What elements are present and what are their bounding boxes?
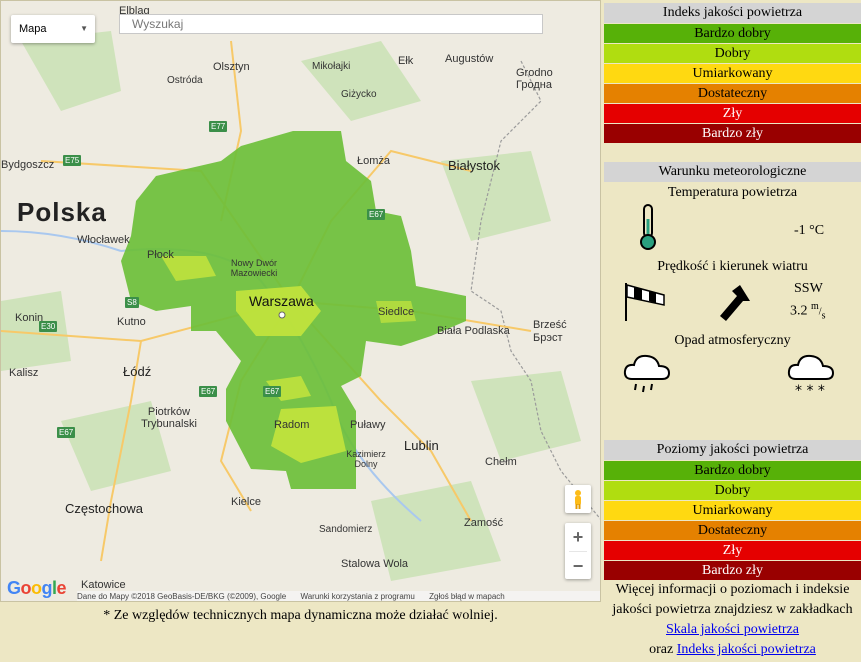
windsock-icon bbox=[625, 283, 665, 321]
city-label: Chełm bbox=[485, 456, 517, 468]
city-label: Mikołajki bbox=[312, 61, 351, 72]
city-label: Nowy Dwór Mazowiecki bbox=[230, 258, 278, 278]
snow-cloud-icon: * * * bbox=[787, 354, 835, 399]
road-badge: E77 bbox=[209, 121, 228, 132]
road-badge: E67 bbox=[367, 209, 386, 220]
road-badge: E67 bbox=[199, 386, 218, 397]
city-label: Sandomierz bbox=[319, 524, 373, 535]
pegman-icon bbox=[575, 490, 581, 509]
city-label: Kazimierz Dolny bbox=[346, 449, 386, 469]
map-type-label: Mapa bbox=[19, 23, 47, 35]
city-label: Warszawa bbox=[249, 293, 314, 309]
city-label: Ełk bbox=[398, 55, 414, 67]
city-label: Augustów bbox=[445, 53, 494, 65]
index-level-very-good: Bardzo dobry bbox=[604, 23, 861, 43]
more-info-oraz: oraz bbox=[649, 642, 674, 657]
report-error-link[interactable]: Zgłoś błąd w mapach bbox=[429, 592, 505, 601]
wind-direction-arrow-icon bbox=[720, 285, 750, 321]
scale-link[interactable]: Skala jakości powietrza bbox=[666, 622, 799, 637]
more-info-text: Więcej informacji o poziomach i indeksie… bbox=[612, 582, 853, 617]
pollution-level-sufficient: Dostateczny bbox=[604, 520, 861, 540]
index-level-moderate: Umiarkowany bbox=[604, 63, 861, 83]
road-badge: S8 bbox=[125, 297, 139, 308]
city-label: Katowice bbox=[81, 579, 126, 591]
country-label: Polska bbox=[17, 197, 107, 227]
city-label: Zamość bbox=[464, 517, 504, 529]
map-attribution: Dane do Mapy ©2018 GeoBasis-DE/BKG (©200… bbox=[77, 591, 600, 601]
levels-legend-title: Poziomy jakości powietrza bbox=[604, 440, 861, 460]
city-label: Гродна bbox=[516, 79, 552, 91]
precipitation-title: Opad atmosferyczny bbox=[674, 333, 791, 348]
city-label: Brześć bbox=[533, 319, 567, 331]
city-label: Biała Podlaska bbox=[437, 325, 510, 337]
road-badge: E67 bbox=[57, 427, 76, 438]
city-label: Kielce bbox=[231, 496, 261, 508]
index-legend-title: Indeks jakości powietrza bbox=[604, 3, 861, 23]
city-label: Włocławek bbox=[77, 234, 130, 246]
wind-unit-bottom: s bbox=[821, 310, 826, 322]
technical-note: * Ze względów technicznych mapa dynamicz… bbox=[103, 608, 498, 623]
wind-speed: 3.2 m/s bbox=[790, 301, 826, 322]
levels-legend: Poziomy jakości powietrza Bardzo dobry D… bbox=[604, 440, 861, 580]
city-label: Płock bbox=[147, 249, 174, 261]
index-legend: Indeks jakości powietrza Bardzo dobry Do… bbox=[604, 3, 861, 143]
wind-unit-top: m bbox=[811, 301, 819, 312]
thermometer-icon bbox=[640, 204, 656, 250]
index-link[interactable]: Indeks jakości powietrza bbox=[677, 642, 816, 657]
index-level-good: Dobry bbox=[604, 43, 861, 63]
city-label: Lublin bbox=[404, 438, 439, 453]
city-label: Grodno bbox=[516, 67, 553, 79]
meteo-panel: Warunku meteorologiczne Temperatura powi… bbox=[604, 162, 861, 432]
city-label: Kalisz bbox=[9, 367, 39, 379]
zoom-in-button[interactable]: + bbox=[565, 523, 591, 551]
more-info: Więcej informacji o poziomach i indeksie… bbox=[604, 580, 861, 660]
city-label: Piotrków Trybunalski bbox=[141, 406, 197, 430]
chevron-down-icon: ▼ bbox=[80, 24, 88, 33]
city-label: Брэст bbox=[533, 332, 563, 344]
city-label: Radom bbox=[274, 419, 310, 431]
pollution-level-good: Dobry bbox=[604, 480, 861, 500]
city-label: Częstochowa bbox=[65, 501, 144, 516]
temperature-title: Temperatura powietrza bbox=[667, 185, 798, 200]
search-input[interactable]: Wyszukaj bbox=[119, 14, 543, 34]
street-view-pegman[interactable] bbox=[565, 485, 591, 513]
map-type-select[interactable]: Mapa ▼ bbox=[11, 15, 95, 43]
google-logo[interactable]: Google bbox=[7, 578, 67, 599]
terms-link[interactable]: Warunki korzystania z programu bbox=[300, 592, 414, 601]
city-label: Olsztyn bbox=[213, 61, 250, 73]
city-label: Siedlce bbox=[378, 306, 415, 318]
road-badge: E75 bbox=[63, 155, 82, 166]
city-label: Bydgoszcz bbox=[1, 159, 55, 171]
pollution-level-very-good: Bardzo dobry bbox=[604, 460, 861, 480]
pollution-level-moderate: Umiarkowany bbox=[604, 500, 861, 520]
attribution-data: Dane do Mapy ©2018 GeoBasis-DE/BKG (©200… bbox=[77, 592, 287, 601]
city-label: Białystok bbox=[448, 158, 501, 173]
city-label: Ostróda bbox=[167, 75, 203, 86]
pollution-level-bad: Zły bbox=[604, 540, 861, 560]
city-label: Łódź bbox=[123, 364, 152, 379]
road-badge: E30 bbox=[39, 321, 58, 332]
city-label: Łomża bbox=[357, 155, 391, 167]
index-level-bad: Zły bbox=[604, 103, 861, 123]
air-quality-map[interactable]: Elbląg Olsztyn Mikołajki Ełk Augustów Gr… bbox=[0, 0, 601, 602]
city-label: Stalowa Wola bbox=[341, 558, 409, 570]
city-label: Puławy bbox=[350, 419, 386, 431]
svg-text:* * *: * * * bbox=[795, 383, 825, 399]
wind-speed-value: 3.2 bbox=[790, 303, 808, 319]
road-badge: E67 bbox=[263, 386, 282, 397]
pollution-level-very-bad: Bardzo zły bbox=[604, 560, 861, 580]
index-level-sufficient: Dostateczny bbox=[604, 83, 861, 103]
wind-direction: SSW bbox=[794, 281, 823, 296]
city-label: Giżycko bbox=[341, 89, 377, 100]
rain-cloud-icon bbox=[623, 354, 671, 393]
zoom-control: + − bbox=[565, 523, 591, 579]
index-level-very-bad: Bardzo zły bbox=[604, 123, 861, 143]
wind-title: Prędkość i kierunek wiatru bbox=[657, 259, 808, 274]
temperature-value: -1 °C bbox=[794, 223, 825, 238]
zoom-out-button[interactable]: − bbox=[565, 552, 591, 580]
meteo-title: Warunku meteorologiczne bbox=[604, 162, 861, 182]
city-label: Kutno bbox=[117, 316, 146, 328]
